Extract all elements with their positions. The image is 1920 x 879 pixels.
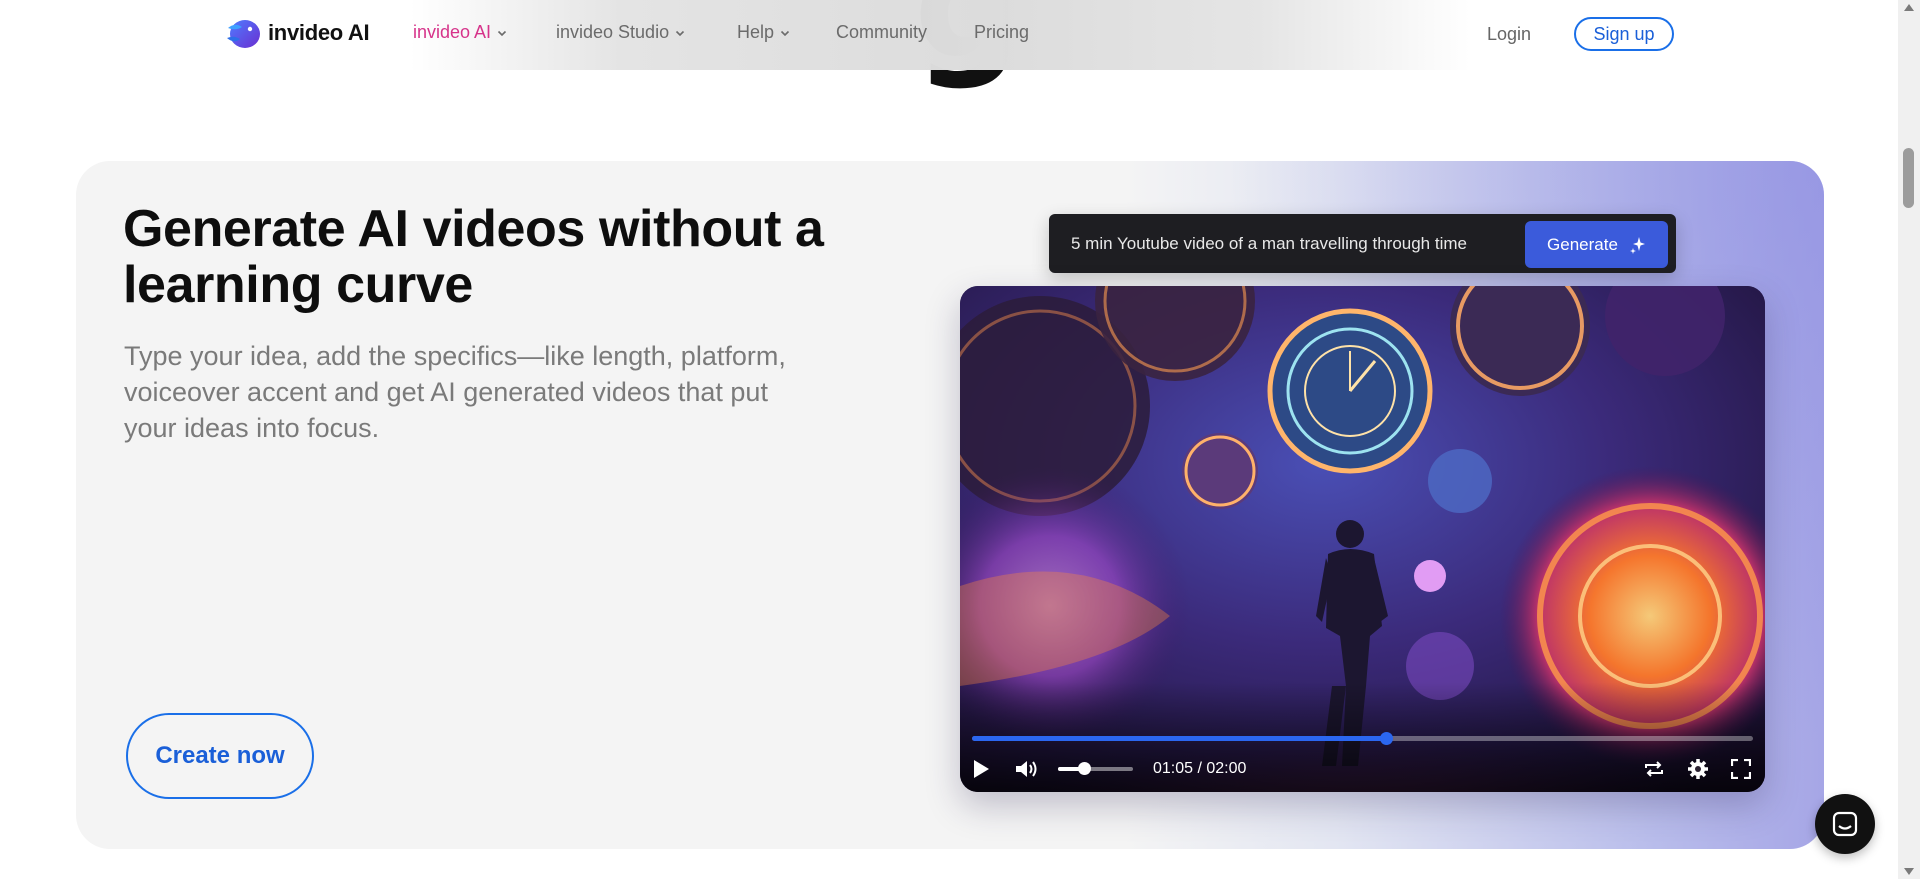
- chevron-down-icon: [497, 30, 507, 36]
- time-display: 01:05 / 02:00: [1153, 760, 1247, 777]
- progress-handle[interactable]: [1379, 732, 1393, 745]
- scroll-down-arrow-icon[interactable]: [1904, 868, 1914, 875]
- nav-item-invideo-studio[interactable]: invideo Studio: [556, 22, 685, 43]
- signup-button[interactable]: Sign up: [1574, 17, 1674, 51]
- loop-button[interactable]: [1643, 758, 1665, 780]
- generate-button[interactable]: Generate: [1525, 221, 1668, 268]
- nav-item-invideo-ai[interactable]: invideo AI: [413, 22, 507, 43]
- nav-item-pricing[interactable]: Pricing: [974, 22, 1029, 43]
- hero-headline: Generate AI videos without a learning cu…: [123, 200, 824, 314]
- prompt-bar: 5 min Youtube video of a man travelling …: [1049, 214, 1676, 273]
- video-player[interactable]: 01:05 / 02:00: [960, 286, 1765, 792]
- hero-subtext: Type your idea, add the specifics—like l…: [124, 341, 786, 443]
- nav-item-help[interactable]: Help: [737, 22, 790, 43]
- sparkle-icon: [1629, 236, 1645, 254]
- page-scrollbar[interactable]: [1898, 0, 1920, 879]
- progress-fill: [972, 736, 1386, 741]
- chevron-down-icon: [676, 30, 685, 36]
- repeat-icon: [1645, 761, 1663, 777]
- fullscreen-icon: [1731, 759, 1751, 779]
- login-link[interactable]: Login: [1487, 24, 1531, 45]
- scrollbar-thumb[interactable]: [1903, 148, 1914, 208]
- generate-label: Generate: [1547, 234, 1618, 254]
- gear-icon: [1688, 759, 1708, 779]
- prompt-text[interactable]: 5 min Youtube video of a man travelling …: [1071, 234, 1467, 254]
- fullscreen-button[interactable]: [1731, 758, 1751, 780]
- brand-logo[interactable]: invideo AI: [224, 14, 370, 52]
- invideo-logo-icon: [227, 20, 260, 48]
- scroll-up-arrow-icon[interactable]: [1904, 4, 1914, 11]
- chevron-down-icon: [780, 30, 790, 36]
- volume-icon: [1016, 761, 1037, 777]
- chat-launcher[interactable]: [1815, 794, 1875, 854]
- nav-label: invideo Studio: [556, 22, 670, 42]
- settings-button[interactable]: [1687, 758, 1709, 780]
- play-button[interactable]: [972, 758, 990, 780]
- brand-name: invideo AI: [268, 20, 370, 45]
- nav-label: Community: [836, 22, 928, 42]
- top-navigation: invideo AI invideo AI invideo Studio Hel…: [0, 0, 1898, 70]
- create-now-button[interactable]: Create now: [126, 713, 314, 799]
- volume-slider[interactable]: [1058, 762, 1133, 775]
- video-progress-bar[interactable]: [972, 732, 1753, 745]
- nav-label: Pricing: [974, 22, 1030, 42]
- play-icon: [974, 760, 989, 778]
- nav-label: invideo AI: [413, 22, 492, 42]
- mute-button[interactable]: [1015, 758, 1039, 780]
- chat-icon: [1832, 811, 1858, 837]
- nav-label: Help: [737, 22, 775, 42]
- nav-item-community[interactable]: Community: [836, 22, 927, 43]
